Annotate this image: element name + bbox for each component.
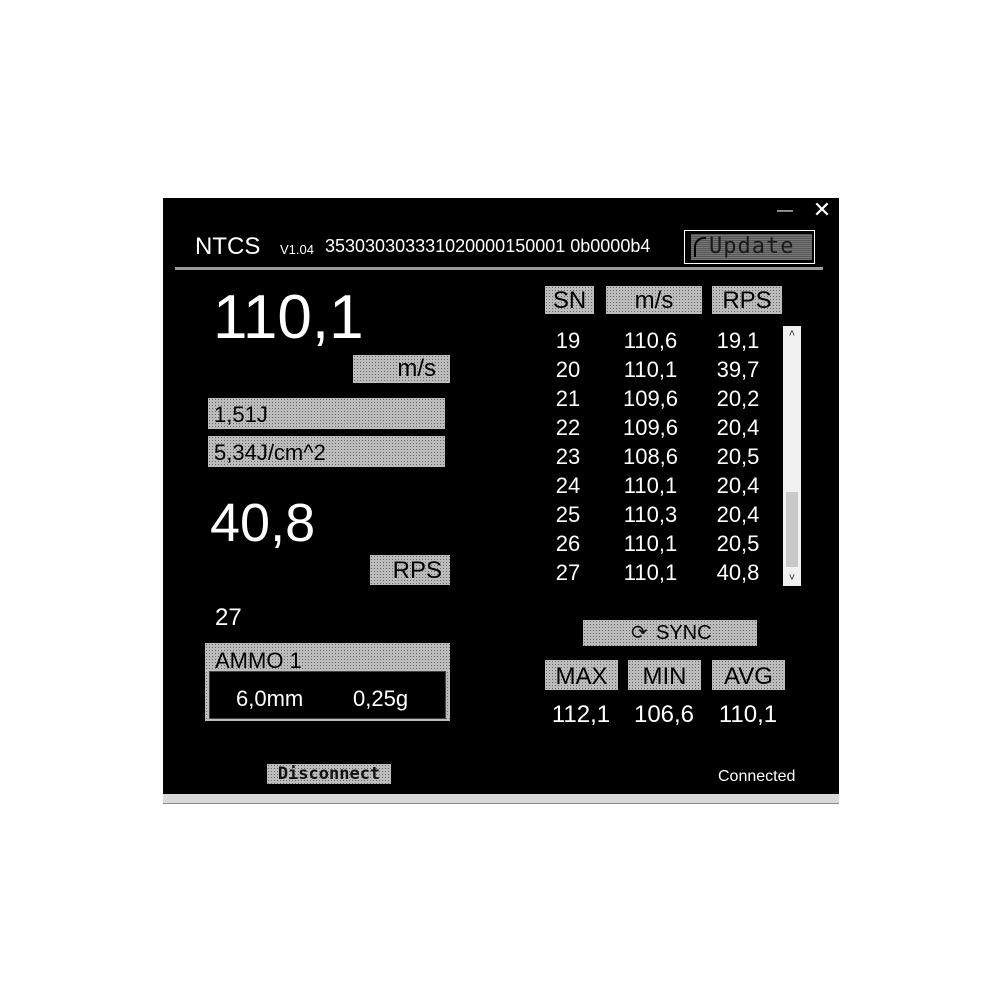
ammo-title: AMMO 1 [205,643,450,673]
energy-density-readout: 5,34J/cm^2 [208,436,445,467]
update-button-face: Update [691,234,812,260]
table-row[interactable]: 19 110,6 19,1 [543,326,783,355]
scroll-down-icon[interactable]: ˅ [783,570,801,586]
cell-rps: 20,4 [716,473,760,498]
table-row[interactable]: 24 110,1 20,4 [543,471,783,500]
cell-sn: 21 [555,386,581,411]
cell-sn: 22 [555,415,581,440]
device-serial: 353030303331020000150001 0b0000b4 [325,236,651,256]
stat-header-max: MAX [545,660,618,690]
sync-label: SYNC [655,622,712,644]
scroll-thumb[interactable] [786,492,798,567]
table-row[interactable]: 22 109,6 20,4 [543,413,783,442]
cell-velocity: 109,6 [622,415,679,440]
energy-readout: 1,51J [208,398,445,429]
cell-velocity: 110,1 [623,531,678,556]
cell-rps: 20,4 [716,415,760,440]
sync-button[interactable]: ⟳ SYNC [583,620,757,646]
stat-min-value: 106,6 [633,701,695,728]
cell-sn: 25 [555,502,581,527]
app-window: — ✕ NTCS V1.04 353030303331020000150001 … [163,198,839,794]
velocity-unit-label: m/s [353,355,450,383]
table-row[interactable]: 23 108,6 20,5 [543,442,783,471]
ammo-selector[interactable]: AMMO 1 6,0mm 0,25g [205,643,450,721]
cell-velocity: 110,6 [623,328,678,353]
table-row[interactable]: 27 110,1 40,8 [543,558,783,587]
cell-rps: 19,1 [716,328,760,353]
shot-count: 27 [215,604,242,631]
rate-readout: 40,8 [210,493,316,553]
refresh-icon: ⟳ [631,622,648,644]
stat-max-value: 112,1 [551,701,611,728]
cell-sn: 20 [555,357,581,382]
cell-velocity: 110,1 [623,473,678,498]
update-button[interactable]: Update [684,230,815,264]
cell-velocity: 110,1 [623,560,678,585]
cell-rps: 20,2 [716,386,760,411]
cell-velocity: 109,6 [622,386,679,411]
shot-list[interactable]: 19 110,6 19,1 20 110,1 39,7 21 109,6 20,… [543,326,783,587]
ammo-details: 6,0mm 0,25g [209,671,446,719]
table-row[interactable]: 21 109,6 20,2 [543,384,783,413]
stat-header-avg: AVG [712,660,785,690]
update-label: Update [709,234,795,259]
scroll-up-icon[interactable]: ˄ [783,326,801,342]
column-header-rps: RPS [712,286,782,314]
cell-rps: 39,7 [716,357,760,382]
table-row[interactable]: 26 110,1 20,5 [543,529,783,558]
rate-unit-label: RPS [370,555,450,585]
disconnect-button[interactable]: Disconnect [267,764,391,784]
update-icon [694,237,706,257]
app-title: NTCS [195,233,261,260]
cell-sn: 19 [555,328,581,353]
ammo-caliber: 6,0mm [236,686,304,711]
connection-status: Connected [718,768,796,785]
stat-header-min: MIN [628,660,701,690]
header-divider [175,267,823,270]
cell-velocity: 108,6 [622,444,679,469]
table-row[interactable]: 20 110,1 39,7 [543,355,783,384]
cell-rps: 20,5 [716,444,760,469]
cell-sn: 26 [555,531,581,556]
cell-rps: 40,8 [716,560,760,585]
ammo-frame [446,671,450,721]
cell-rps: 20,4 [716,502,760,527]
cell-sn: 27 [555,560,581,585]
cell-sn: 23 [555,444,581,469]
table-row[interactable]: 25 110,3 20,4 [543,500,783,529]
cell-rps: 20,5 [716,531,760,556]
version-label: V1.04 [280,242,314,257]
ammo-weight: 0,25g [353,686,409,711]
cell-velocity: 110,3 [623,502,678,527]
velocity-readout: 110,1 [213,283,364,352]
cell-sn: 24 [555,473,581,498]
cell-velocity: 110,1 [623,357,678,382]
column-header-sn: SN [545,286,594,314]
stat-avg-value: 110,1 [718,701,778,728]
list-scrollbar[interactable]: ˄ ˅ [783,326,801,586]
close-button[interactable]: ✕ [811,198,833,222]
window-bottom-edge [163,794,839,804]
column-header-velocity: m/s [606,286,702,314]
minimize-button[interactable]: — [775,200,795,222]
